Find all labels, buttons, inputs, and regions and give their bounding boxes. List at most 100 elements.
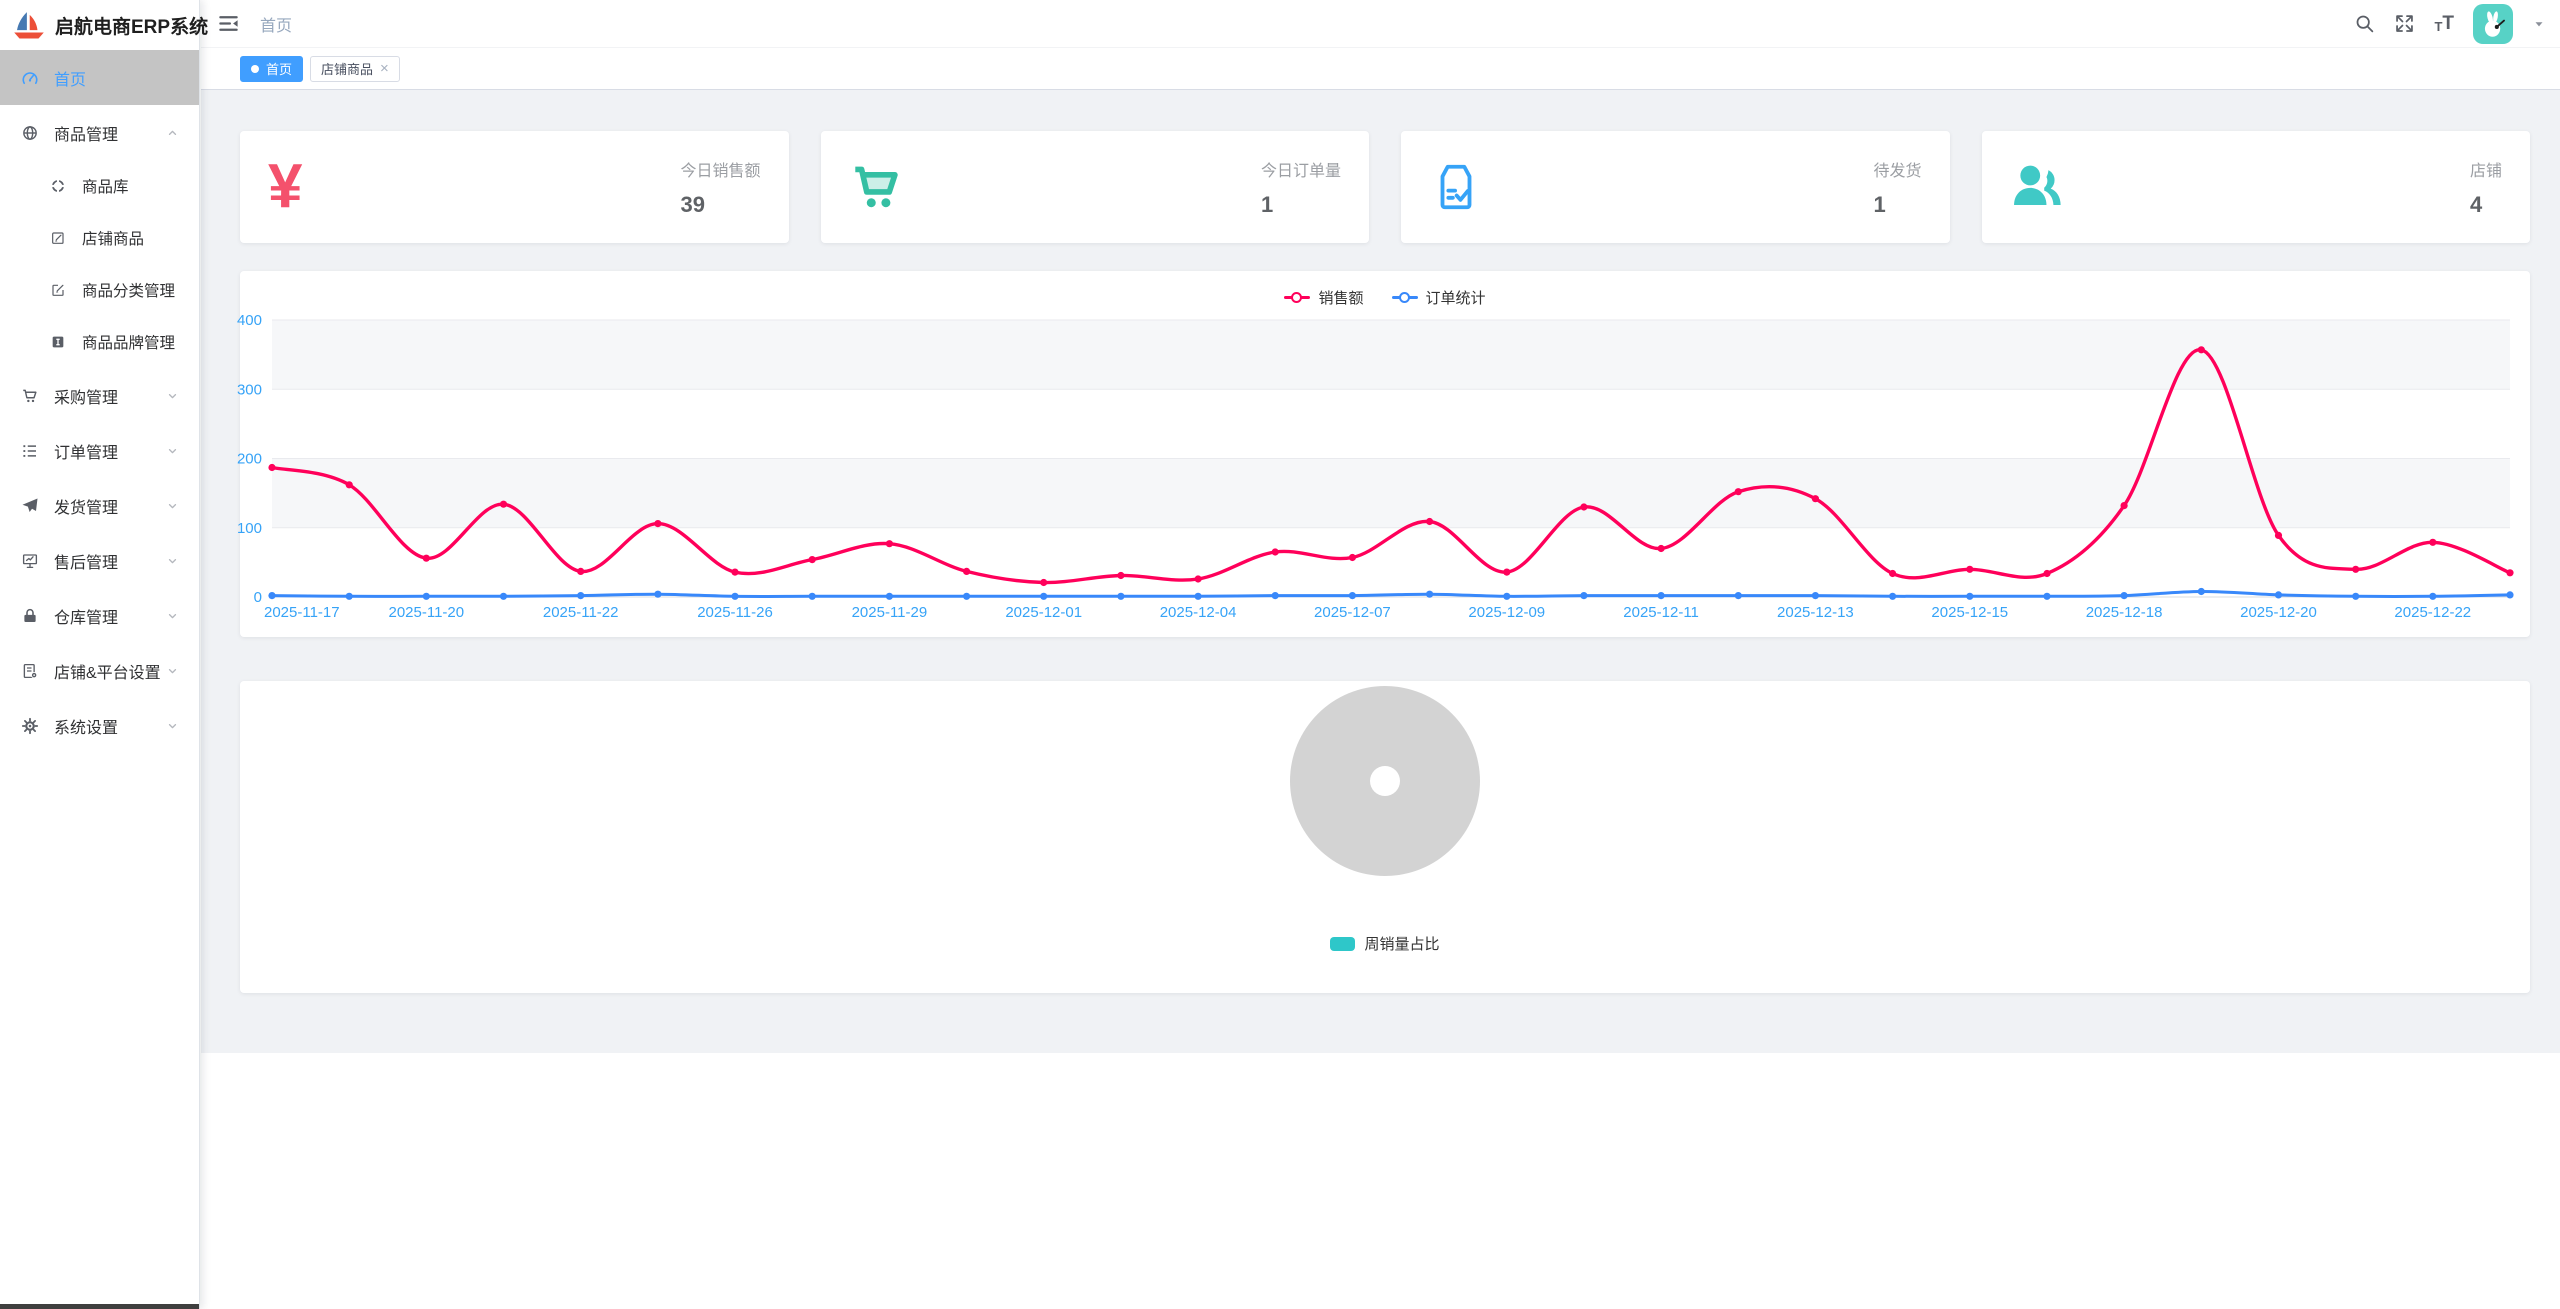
svg-text:2025-12-04: 2025-12-04 xyxy=(1160,604,1237,621)
stat-cart-icon xyxy=(849,160,903,214)
stat-label: 今日销售额 xyxy=(680,157,760,181)
sidebar-menu: 首页商品管理商品库店铺商品商品分类管理商品品牌管理采购管理订单管理发货管理售后管… xyxy=(0,50,199,753)
sidebar-item-shipping-management[interactable]: 发货管理 xyxy=(0,478,199,533)
svg-text:300: 300 xyxy=(237,381,262,398)
dashboard-icon xyxy=(20,68,40,88)
svg-text:400: 400 xyxy=(237,312,262,329)
fullscreen-icon[interactable] xyxy=(2394,13,2415,34)
lifebuoy-icon xyxy=(48,176,68,196)
legend-line-marker-icon xyxy=(1392,292,1418,303)
edit-square-icon xyxy=(48,280,68,300)
stat-card-pending-shipment[interactable]: 待发货1 xyxy=(1401,131,1950,243)
sidebar-item-purchase-management[interactable]: 采购管理 xyxy=(0,368,199,423)
sidebar-item-shop-platform-settings[interactable]: 店铺&平台设置 xyxy=(0,643,199,698)
sidebar-item-label: 系统设置 xyxy=(54,714,118,738)
pie-legend-swatch xyxy=(1330,937,1355,951)
svg-text:2025-11-17: 2025-11-17 xyxy=(264,604,340,621)
svg-text:2025-12-22: 2025-12-22 xyxy=(2394,604,2471,621)
svg-text:2025-11-26: 2025-11-26 xyxy=(697,604,773,621)
svg-text:2025-11-22: 2025-11-22 xyxy=(543,604,619,621)
chevron-up-icon xyxy=(166,126,179,139)
svg-text:200: 200 xyxy=(237,451,262,468)
chevron-down-icon xyxy=(166,554,179,567)
chevron-down-icon xyxy=(166,609,179,622)
search-icon[interactable] xyxy=(2354,13,2375,34)
app-title: 启航电商ERP系统 xyxy=(55,12,208,39)
list-icon xyxy=(20,441,40,461)
stat-label: 今日订单量 xyxy=(1261,157,1341,181)
stat-card-text: 今日销售额 39 xyxy=(680,157,760,218)
chevron-down-icon xyxy=(166,389,179,402)
sidebar-item-label: 仓库管理 xyxy=(54,604,118,628)
sidebar-item-label: 采购管理 xyxy=(54,384,118,408)
stat-value: 1 xyxy=(1261,192,1341,218)
sidebar-item-system-settings[interactable]: 系统设置 xyxy=(0,698,199,753)
sidebar-item-label: 商品管理 xyxy=(54,121,118,145)
legend-label: 订单统计 xyxy=(1426,287,1486,308)
sidebar-item-label: 商品库 xyxy=(82,175,129,197)
stat-card-today-sales[interactable]: ¥ 今日销售额 39 xyxy=(240,131,789,243)
sidebar-item-product-library[interactable]: 商品库 xyxy=(0,160,199,212)
package-icon xyxy=(1429,160,1483,214)
sidebar-item-label: 商品分类管理 xyxy=(82,279,175,301)
sidebar-item-aftersale-management[interactable]: 售后管理 xyxy=(0,533,199,588)
lock-icon xyxy=(20,606,40,626)
tags-view-bar: 首页 店铺商品 × xyxy=(201,48,2560,90)
stat-card-today-orders[interactable]: 今日订单量 1 xyxy=(821,131,1370,243)
tab-home[interactable]: 首页 xyxy=(240,56,303,82)
tab-shop-products[interactable]: 店铺商品 × xyxy=(310,56,400,82)
sidebar-item-shop-products[interactable]: 店铺商品 xyxy=(0,212,199,264)
app-logo[interactable]: 启航电商ERP系统 xyxy=(0,0,199,50)
main-area: 首页 TT 首页 店铺商品 × ¥ 今日销售额 39 今日订单量 1 待发货1 店铺4 销售额 订… xyxy=(201,0,2560,1309)
avatar[interactable] xyxy=(2473,4,2513,44)
stat-card-shops[interactable]: 店铺4 xyxy=(1982,131,2531,243)
brand-icon xyxy=(48,332,68,352)
aftersale-icon xyxy=(20,551,40,571)
chevron-down-icon xyxy=(166,664,179,677)
sidebar-item-label: 店铺&平台设置 xyxy=(54,659,161,683)
legend-line-marker-icon xyxy=(1284,292,1310,303)
shop-settings-icon xyxy=(20,661,40,681)
gear-icon xyxy=(20,716,40,736)
users-icon xyxy=(2010,160,2064,214)
sidebar-item-order-management[interactable]: 订单管理 xyxy=(0,423,199,478)
legend-item-sales[interactable]: 销售额 xyxy=(1284,287,1363,308)
svg-text:2025-11-20: 2025-11-20 xyxy=(388,604,464,621)
stat-label: 店铺 xyxy=(2470,157,2502,181)
sales-orders-line-chart: 01002003004002025-11-172025-11-202025-11… xyxy=(272,320,2510,630)
line-chart-legend: 销售额 订单统计 xyxy=(240,287,2530,307)
pie-legend[interactable]: 周销量占比 xyxy=(240,933,2530,954)
send-icon xyxy=(20,496,40,516)
legend-item-orders[interactable]: 订单统计 xyxy=(1392,287,1486,308)
sailboat-logo-icon xyxy=(12,10,46,41)
tab-label: 首页 xyxy=(266,59,292,78)
svg-text:2025-12-15: 2025-12-15 xyxy=(1931,604,2008,621)
svg-text:2025-12-07: 2025-12-07 xyxy=(1314,604,1391,621)
sidebar-item-product-management[interactable]: 商品管理 xyxy=(0,105,199,160)
pie-chart-card: 周销量占比 xyxy=(240,681,2530,993)
sidebar-item-product-brand-management[interactable]: 商品品牌管理 xyxy=(0,316,199,368)
svg-text:2025-11-29: 2025-11-29 xyxy=(852,604,928,621)
sidebar-toggle-hamburger-icon[interactable] xyxy=(217,12,240,35)
yen-icon: ¥ xyxy=(268,159,302,215)
stat-cards-row: ¥ 今日销售额 39 今日订单量 1 待发货1 店铺4 xyxy=(240,131,2530,243)
sidebar-item-label: 订单管理 xyxy=(54,439,118,463)
svg-text:100: 100 xyxy=(237,520,262,537)
sidebar-scrollbar[interactable] xyxy=(0,1304,199,1309)
cart-icon xyxy=(20,386,40,406)
sidebar-item-home[interactable]: 首页 xyxy=(0,50,199,105)
svg-text:0: 0 xyxy=(254,589,262,606)
svg-text:2025-12-18: 2025-12-18 xyxy=(2086,604,2163,621)
stat-value: 39 xyxy=(680,192,760,218)
sidebar-item-product-category-management[interactable]: 商品分类管理 xyxy=(0,264,199,316)
stat-label: 待发货 xyxy=(1873,157,1921,181)
caret-down-icon[interactable] xyxy=(2532,17,2546,31)
svg-text:2025-12-01: 2025-12-01 xyxy=(1005,604,1082,621)
tab-label: 店铺商品 xyxy=(321,59,373,78)
tab-close-icon[interactable]: × xyxy=(380,61,389,76)
sidebar: 启航电商ERP系统 首页商品管理商品库店铺商品商品分类管理商品品牌管理采购管理订… xyxy=(0,0,200,1309)
font-size-icon[interactable]: TT xyxy=(2434,14,2454,33)
sidebar-item-warehouse-management[interactable]: 仓库管理 xyxy=(0,588,199,643)
chevron-down-icon xyxy=(166,719,179,732)
sidebar-item-label: 商品品牌管理 xyxy=(82,331,175,353)
